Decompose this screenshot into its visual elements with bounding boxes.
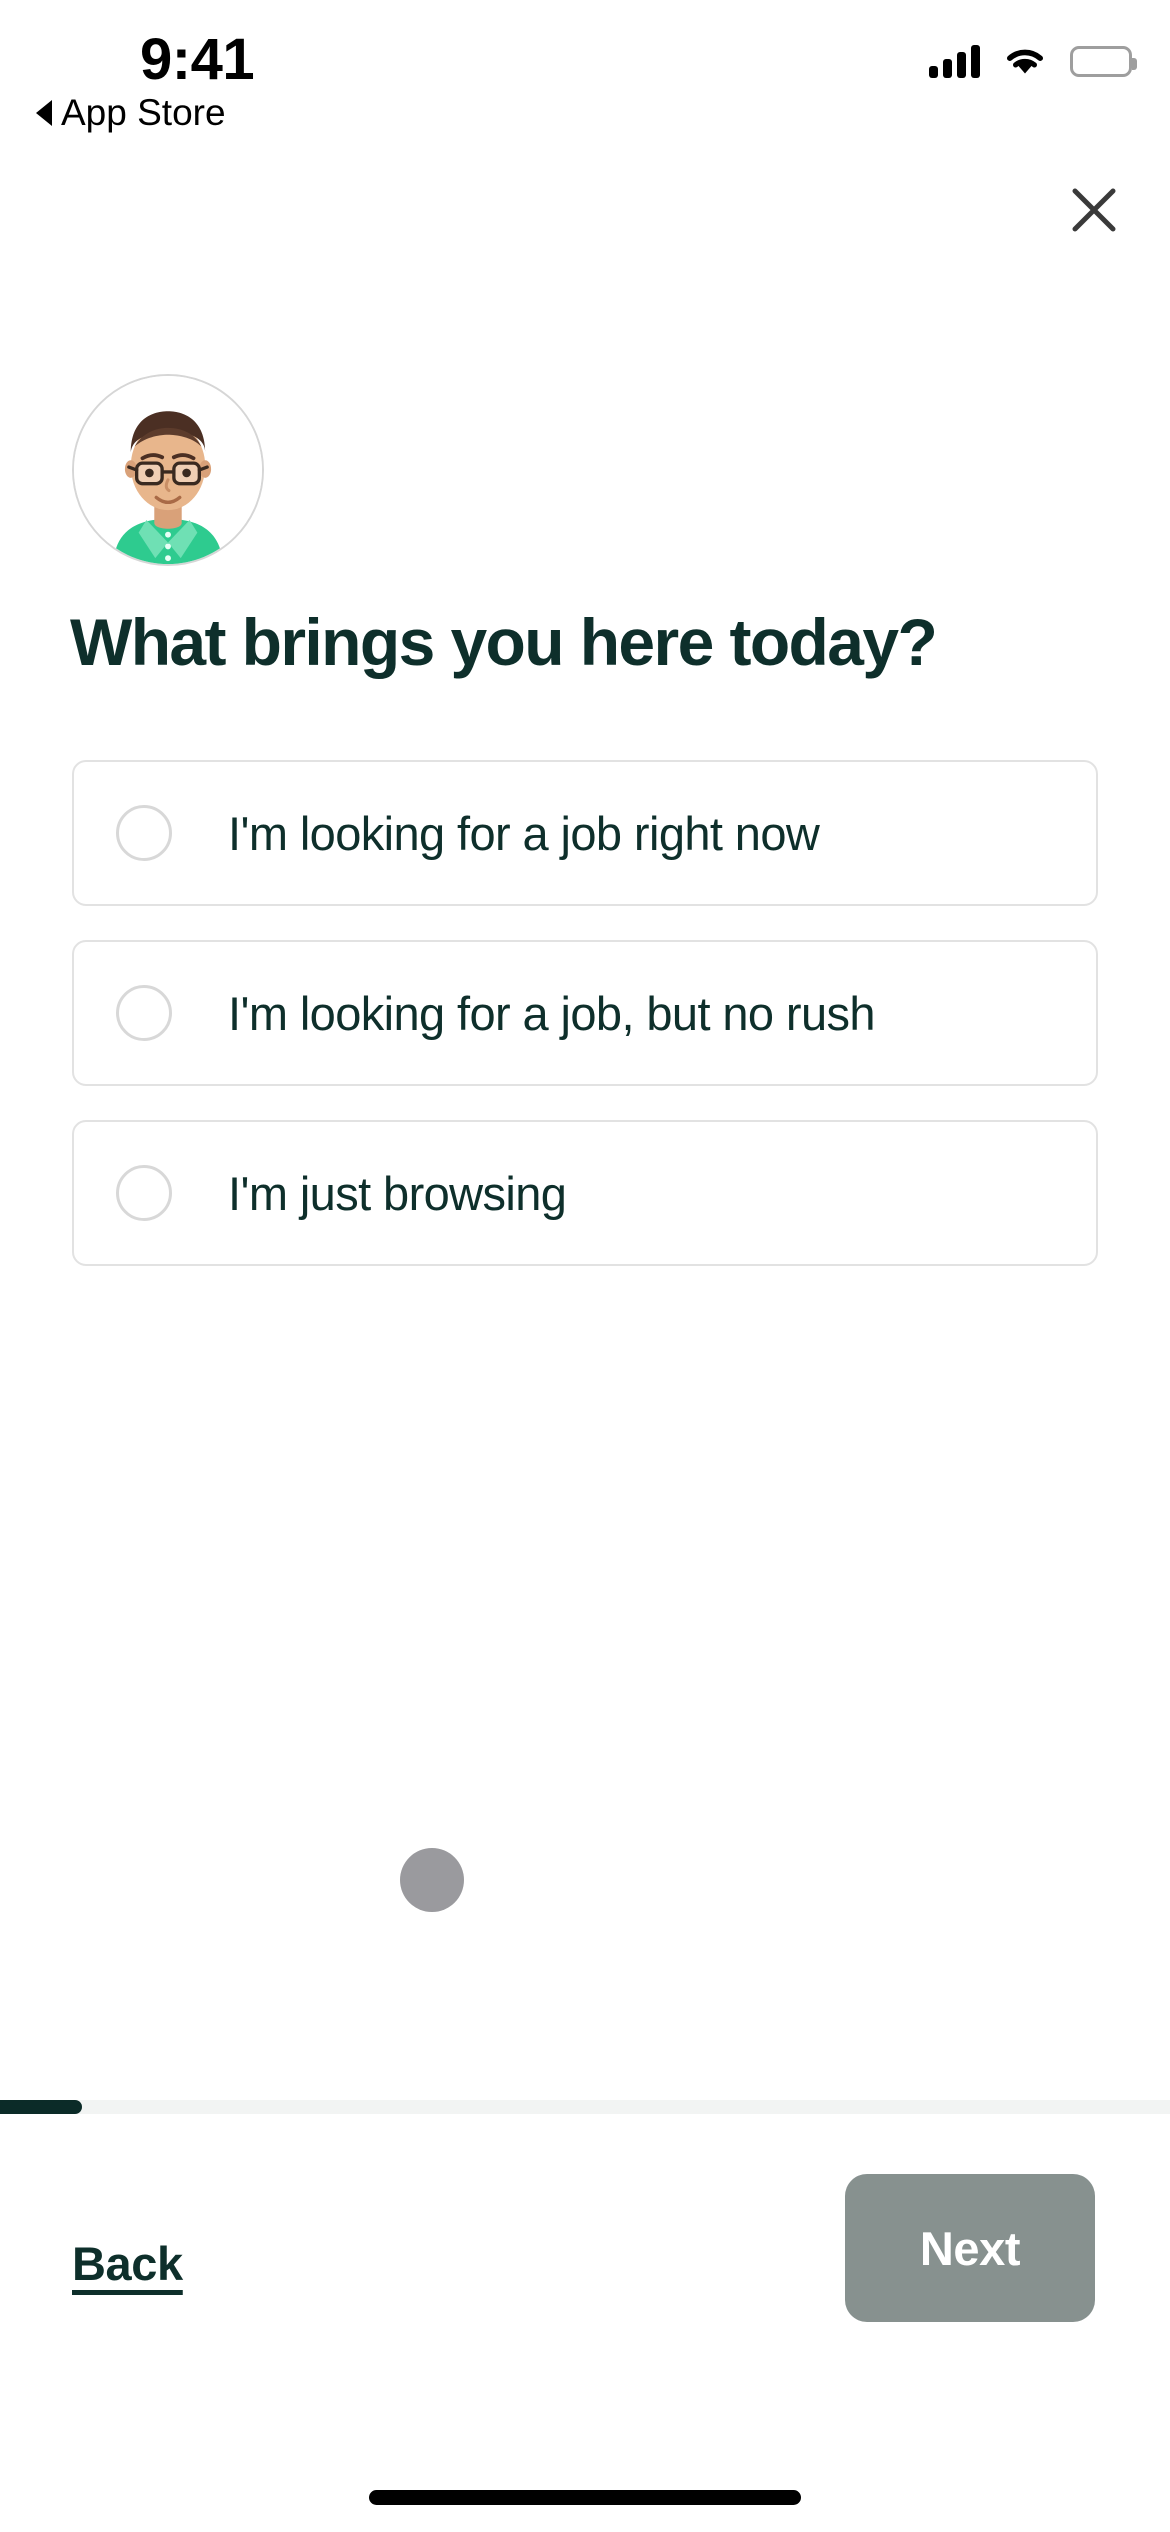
option-label: I'm looking for a job right now bbox=[228, 806, 820, 860]
radio-button-icon[interactable] bbox=[116, 985, 172, 1041]
option-row[interactable]: I'm looking for a job, but no rush bbox=[72, 940, 1098, 1086]
radio-button-icon[interactable] bbox=[116, 1165, 172, 1221]
radio-button-icon[interactable] bbox=[116, 805, 172, 861]
option-label: I'm just browsing bbox=[228, 1166, 567, 1220]
wifi-icon bbox=[1004, 45, 1046, 77]
back-button[interactable]: Back bbox=[72, 2236, 183, 2291]
status-bar: 9:41 App Store bbox=[0, 0, 1170, 150]
option-row[interactable]: I'm just browsing bbox=[72, 1120, 1098, 1266]
cellular-signal-icon bbox=[929, 44, 980, 78]
user-avatar-illustration bbox=[74, 376, 262, 564]
status-bar-indicators bbox=[929, 44, 1137, 78]
option-row[interactable]: I'm looking for a job right now bbox=[72, 760, 1098, 906]
progress-bar-track bbox=[0, 2100, 1170, 2114]
return-to-app-store-label: App Store bbox=[61, 92, 226, 133]
progress-bar-fill bbox=[0, 2100, 82, 2114]
close-button[interactable] bbox=[1056, 172, 1132, 248]
triangle-left-icon bbox=[36, 100, 52, 126]
return-to-app-store-link[interactable]: App Store bbox=[36, 92, 226, 134]
page-title: What brings you here today? bbox=[70, 605, 938, 679]
options-list: I'm looking for a job right now I'm look… bbox=[72, 760, 1098, 1300]
footer-bar: Back Next bbox=[0, 2114, 1170, 2532]
avatar bbox=[72, 374, 264, 566]
status-bar-time: 9:41 bbox=[140, 27, 255, 92]
home-indicator bbox=[369, 2490, 801, 2505]
phone-screen: 9:41 App Store What brings you here toda… bbox=[0, 0, 1170, 2532]
close-x-icon bbox=[1072, 188, 1116, 232]
battery-full-icon bbox=[1070, 45, 1137, 77]
next-button[interactable]: Next bbox=[845, 2174, 1095, 2322]
loading-dot bbox=[400, 1848, 464, 1912]
option-label: I'm looking for a job, but no rush bbox=[228, 986, 876, 1040]
